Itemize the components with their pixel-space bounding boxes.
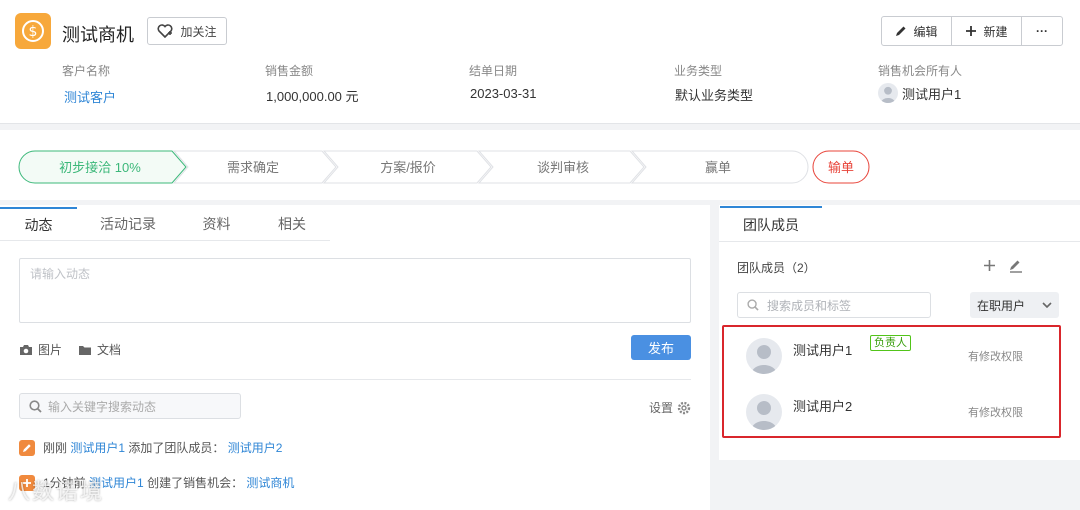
stage-2-label: 方案/报价 [380, 160, 436, 175]
feed-action: 创建了销售机会： [147, 476, 244, 490]
stage-4-label: 赢单 [705, 160, 731, 175]
feed-settings-button[interactable]: 设置 [649, 399, 691, 416]
plus-icon [984, 260, 995, 271]
divider [19, 379, 691, 380]
avatar[interactable] [746, 394, 782, 430]
attach-doc-button[interactable]: 文档 [78, 341, 121, 358]
publish-button[interactable]: 发布 [631, 335, 691, 360]
add-member-button[interactable] [983, 259, 996, 272]
header-actions: 编辑 新建 ··· [881, 16, 1063, 46]
tab-activity-log[interactable]: 活动记录 [77, 207, 179, 240]
member-name[interactable]: 测试用户1 [793, 340, 852, 359]
follow-button[interactable]: 加关注 [147, 17, 227, 45]
business-type-label: 业务类型 [674, 64, 723, 78]
member-search-input[interactable]: 搜索成员和标签 [737, 292, 931, 318]
follow-label: 加关注 [180, 24, 217, 39]
pencil-icon [1010, 260, 1022, 273]
tab-feed[interactable]: 动态 [0, 207, 77, 240]
post-input[interactable]: 请输入动态 [19, 258, 691, 323]
feed-time: 刚刚 [43, 441, 68, 455]
team-tab-divider [719, 241, 1080, 242]
stage-0-label: 初步接洽 10% [59, 160, 141, 175]
more-button[interactable]: ··· [1022, 17, 1062, 45]
chevron-down-icon [1042, 302, 1052, 308]
tab-divider [0, 240, 330, 241]
settings-label: 设置 [649, 401, 674, 415]
attach-doc-label: 文档 [97, 343, 122, 357]
camera-icon [20, 344, 32, 355]
new-button[interactable]: 新建 [952, 17, 1022, 45]
customer-label: 客户名称 [62, 64, 111, 78]
tab-documents[interactable]: 资料 [179, 207, 254, 240]
owner-name: 测试用户1 [902, 86, 962, 102]
attach-image-button[interactable]: 图片 [19, 341, 62, 358]
page-title: 测试商机 [62, 25, 134, 45]
lose-stage-label: 输单 [828, 160, 854, 175]
member-search-placeholder: 搜索成员和标签 [767, 298, 852, 313]
feed-target-link[interactable]: 测试用户2 [228, 441, 283, 455]
member-name[interactable]: 测试用户2 [793, 396, 852, 415]
amount-value: 1,000,000.00 元 [266, 89, 359, 104]
feed-search-input[interactable]: 输入关键字搜索动态 [19, 393, 241, 419]
plus-icon [966, 26, 977, 36]
new-label: 新建 [983, 24, 1008, 39]
feed-action: 添加了团队成员： [128, 441, 225, 455]
feed-search-placeholder: 输入关键字搜索动态 [48, 399, 157, 414]
customer-link[interactable]: 测试客户 [64, 87, 116, 106]
team-count: 团队成员（2） [737, 261, 816, 275]
follow-icon [157, 24, 173, 38]
close-date-label: 结单日期 [469, 64, 518, 78]
owner-badge: 负责人 [870, 335, 911, 351]
member-permission: 有修改权限 [968, 407, 1023, 419]
gear-icon [677, 401, 691, 414]
search-icon [747, 299, 759, 311]
edit-feed-icon [19, 439, 35, 456]
edit-button[interactable]: 编辑 [882, 17, 952, 45]
avatar[interactable] [746, 338, 782, 374]
edit-members-button[interactable] [1009, 259, 1023, 273]
attach-image-label: 图片 [38, 343, 63, 357]
amount-label: 销售金额 [265, 64, 314, 78]
business-type-value: 默认业务类型 [675, 88, 754, 103]
feed-item: 刚刚 测试用户1 添加了团队成员： 测试用户2 [19, 439, 282, 456]
tab-related[interactable]: 相关 [254, 207, 330, 240]
tab-team-members[interactable]: 团队成员 [720, 206, 822, 241]
close-date-value: 2023-03-31 [470, 86, 537, 101]
stage-progress: 初步接洽 10% 需求确定 方案/报价 谈判审核 赢单 输单 [18, 150, 870, 184]
search-icon [29, 399, 42, 413]
member-status-select[interactable]: 在职用户 [970, 292, 1059, 318]
member-permission: 有修改权限 [968, 351, 1023, 363]
watermark: 八数诺境 [8, 479, 105, 504]
svg-text:$: $ [29, 24, 38, 40]
feed-user-link[interactable]: 测试用户1 [70, 441, 125, 455]
owner: 测试用户1 [878, 83, 961, 103]
stage-3-label: 谈判审核 [537, 160, 589, 175]
owner-label: 销售机会所有人 [878, 64, 963, 78]
feed-target-link[interactable]: 测试商机 [246, 476, 294, 490]
folder-icon [79, 345, 91, 355]
edit-label: 编辑 [913, 24, 938, 39]
stage-1-label: 需求确定 [227, 160, 279, 175]
opportunity-icon: $ [15, 13, 51, 49]
member-status-value: 在职用户 [977, 298, 1026, 313]
pencil-icon [896, 26, 906, 36]
owner-avatar [878, 83, 898, 103]
